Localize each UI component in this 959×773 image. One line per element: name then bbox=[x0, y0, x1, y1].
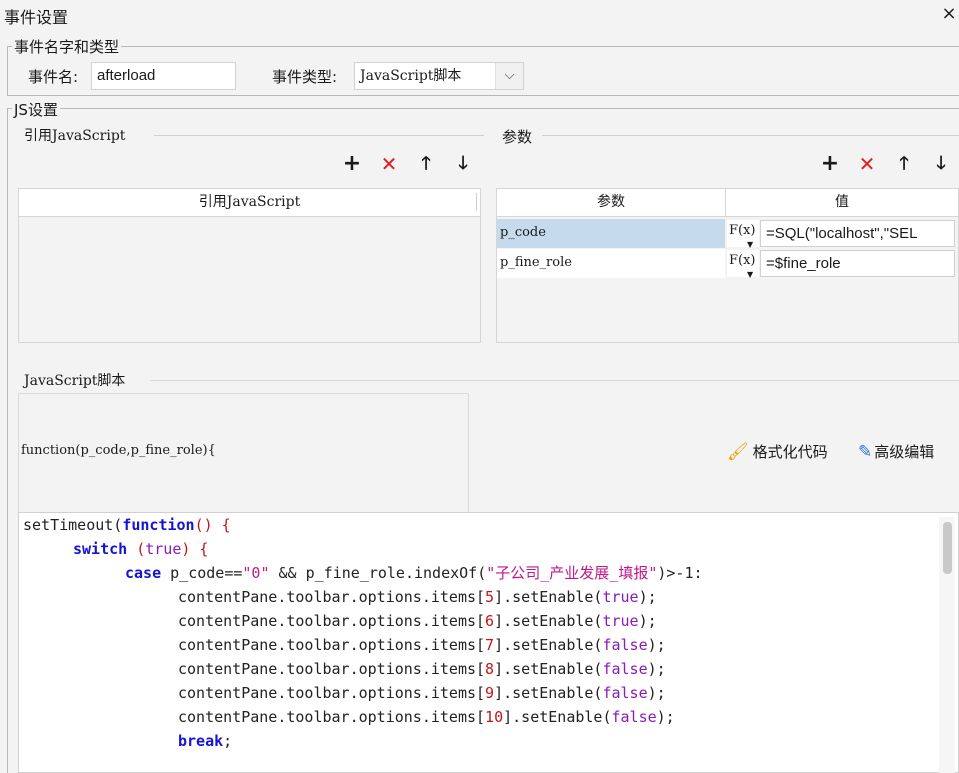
event-type-label: 事件类型: bbox=[272, 68, 338, 86]
ref-js-header-separator bbox=[476, 193, 477, 211]
close-icon[interactable]: × bbox=[938, 2, 959, 26]
edit-icon: ✎ bbox=[858, 442, 873, 462]
js-script-legend: JavaScript脚本 bbox=[22, 370, 128, 390]
brush-icon: 🖌 bbox=[727, 442, 749, 462]
params-move-up-button[interactable]: 🡑 bbox=[892, 152, 916, 176]
format-code-button[interactable]: 🖌 格式化代码 bbox=[727, 441, 828, 462]
params-divider bbox=[542, 135, 959, 136]
ref-js-table: 引用JavaScript bbox=[18, 188, 481, 343]
scrollbar-thumb[interactable] bbox=[943, 522, 952, 574]
param-row-value[interactable]: =$fine_role bbox=[760, 250, 955, 277]
params-move-down-button[interactable]: 🡓 bbox=[929, 152, 953, 176]
code-line: setTimeout(function() { bbox=[23, 516, 231, 534]
code-editor[interactable]: setTimeout(function() { switch (true) { … bbox=[18, 512, 959, 773]
fx-icon[interactable]: F(x) ▼ bbox=[727, 250, 759, 279]
ref-js-delete-button[interactable]: ✕ bbox=[377, 152, 401, 176]
window-title: 事件设置 bbox=[4, 8, 69, 27]
ref-js-move-down-button[interactable]: 🡓 bbox=[451, 152, 475, 176]
ref-js-legend: 引用JavaScript bbox=[22, 125, 128, 145]
code-line: contentPane.toolbar.options.items[5].set… bbox=[178, 588, 657, 606]
code-line: case p_code=="0" && p_fine_role.indexOf(… bbox=[125, 564, 703, 582]
params-header-param[interactable]: 参数 bbox=[497, 189, 725, 217]
js-script-divider bbox=[150, 380, 959, 381]
event-name-input[interactable]: afterload bbox=[91, 62, 236, 90]
chevron-down-icon[interactable]: ⌵ bbox=[495, 63, 523, 89]
code-line: switch (true) { bbox=[73, 540, 209, 558]
code-line: contentPane.toolbar.options.items[9].set… bbox=[178, 684, 666, 702]
params-add-button[interactable]: + bbox=[818, 152, 842, 176]
advanced-edit-button[interactable]: ✎ 高级编辑 bbox=[858, 441, 934, 462]
code-line: contentPane.toolbar.options.items[6].set… bbox=[178, 612, 657, 630]
ref-js-add-button[interactable]: + bbox=[340, 152, 364, 176]
event-name-type-legend: 事件名字和类型 bbox=[12, 36, 122, 57]
format-code-label: 格式化代码 bbox=[752, 443, 828, 461]
event-name-label: 事件名: bbox=[28, 68, 79, 86]
code-line: break; bbox=[178, 732, 233, 750]
advanced-edit-label: 高级编辑 bbox=[874, 443, 935, 461]
fx-dropdown-icon: ▼ bbox=[747, 270, 754, 279]
fx-icon[interactable]: F(x) ▼ bbox=[727, 220, 759, 249]
params-delete-button[interactable]: ✕ bbox=[855, 152, 879, 176]
code-line: contentPane.toolbar.options.items[8].set… bbox=[178, 660, 666, 678]
function-signature: function(p_code,p_fine_role){ bbox=[21, 443, 216, 458]
params-legend: 参数 bbox=[500, 126, 535, 147]
title-bar bbox=[0, 0, 959, 32]
ref-js-move-up-button[interactable]: 🡑 bbox=[414, 152, 438, 176]
param-row-name[interactable]: p_code bbox=[497, 219, 725, 248]
js-settings-legend: JS设置 bbox=[12, 99, 60, 120]
param-row-name[interactable]: p_fine_role bbox=[497, 249, 725, 278]
event-type-select[interactable]: JavaScript脚本 ⌵ bbox=[354, 62, 524, 90]
params-header-value[interactable]: 值 bbox=[725, 189, 958, 217]
ref-js-column-header[interactable]: 引用JavaScript bbox=[19, 189, 480, 217]
ref-js-divider bbox=[154, 135, 484, 136]
param-row-value[interactable]: =SQL("localhost","SEL bbox=[760, 220, 955, 247]
code-line: contentPane.toolbar.options.items[7].set… bbox=[178, 636, 666, 654]
code-line: contentPane.toolbar.options.items[10].se… bbox=[178, 708, 675, 726]
event-type-value: JavaScript脚本 bbox=[360, 68, 462, 84]
